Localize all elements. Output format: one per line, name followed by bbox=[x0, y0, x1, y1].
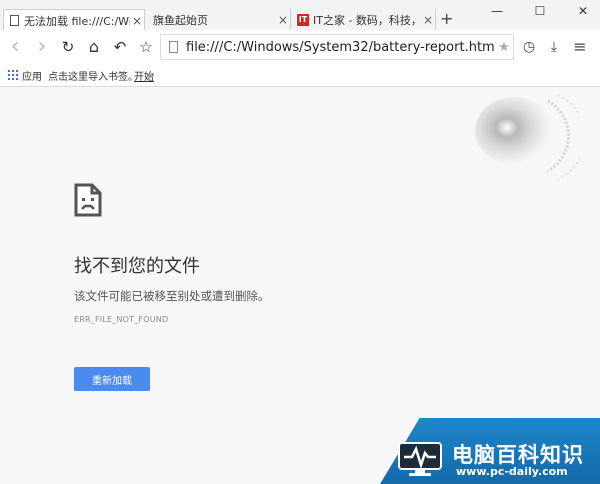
toolbar: ‹ › ↻ ⌂ ↶ ☆ file:///C:/Windows/System32/… bbox=[0, 30, 600, 64]
apps-icon[interactable] bbox=[8, 70, 18, 80]
undo-close-button[interactable]: ↶ bbox=[111, 38, 129, 56]
forward-button[interactable]: › bbox=[33, 36, 51, 58]
maximize-button[interactable]: ☐ bbox=[530, 4, 550, 18]
error-code: ERR_FILE_NOT_FOUND bbox=[74, 315, 169, 324]
minimize-button[interactable]: — bbox=[487, 4, 507, 18]
page-icon bbox=[169, 41, 178, 53]
bookmark-import-hint[interactable]: 点击这里导入书签。 bbox=[48, 68, 138, 83]
tab-close-icon[interactable]: × bbox=[421, 13, 435, 27]
home-button[interactable]: ⌂ bbox=[85, 38, 103, 56]
watermark-url: www.pc-daily.com bbox=[456, 465, 568, 478]
menu-button[interactable]: ≡ bbox=[571, 38, 589, 56]
close-window-button[interactable]: ✕ bbox=[573, 4, 593, 18]
url-text[interactable]: file:///C:/Windows/System32/battery-repo… bbox=[186, 40, 495, 55]
history-button[interactable]: ◷ bbox=[520, 38, 538, 56]
broken-file-icon bbox=[74, 183, 102, 217]
bookmark-apps[interactable]: 应用 bbox=[22, 68, 42, 83]
tab-label: 旗鱼起始页 bbox=[153, 14, 208, 27]
star-icon[interactable]: ★ bbox=[495, 40, 513, 55]
reload-button[interactable]: ↻ bbox=[59, 38, 77, 56]
error-description: 该文件可能已被移至别处或遭到删除。 bbox=[74, 289, 270, 303]
address-bar[interactable]: file:///C:/Windows/System32/battery-repo… bbox=[160, 34, 514, 60]
bookmarks-bar: 应用 点击这里导入书签。 开始 bbox=[0, 64, 600, 87]
error-title: 找不到您的文件 bbox=[74, 256, 200, 277]
ithome-icon: IT bbox=[297, 14, 309, 26]
title-bar: 无法加载 file:///C:/Windo × 旗鱼起始页 × IT IT之家 … bbox=[0, 0, 600, 31]
tab-ithome[interactable]: IT IT之家 - 数码，科技，生活 × bbox=[291, 9, 436, 31]
monitor-logo-icon bbox=[398, 442, 442, 476]
bookmark-start[interactable]: 开始 bbox=[134, 68, 154, 83]
bookmark-star-button[interactable]: ☆ bbox=[137, 38, 155, 56]
tab-close-icon[interactable]: × bbox=[130, 14, 144, 28]
tab-label: IT之家 - 数码，科技，生活 bbox=[313, 14, 421, 27]
back-button[interactable]: ‹ bbox=[6, 36, 24, 58]
tab-file-error[interactable]: 无法加载 file:///C:/Windo × bbox=[3, 9, 145, 31]
decorative-graphic bbox=[475, 94, 580, 180]
new-tab-button[interactable]: + bbox=[440, 11, 453, 27]
document-icon bbox=[10, 15, 19, 26]
tab-start-page[interactable]: 旗鱼起始页 × bbox=[145, 9, 291, 31]
download-button[interactable]: ⤓ bbox=[545, 38, 563, 56]
tab-close-icon[interactable]: × bbox=[276, 13, 290, 27]
tab-label: 无法加载 file:///C:/Windo bbox=[24, 14, 130, 28]
reload-page-button[interactable]: 重新加载 bbox=[74, 367, 150, 391]
